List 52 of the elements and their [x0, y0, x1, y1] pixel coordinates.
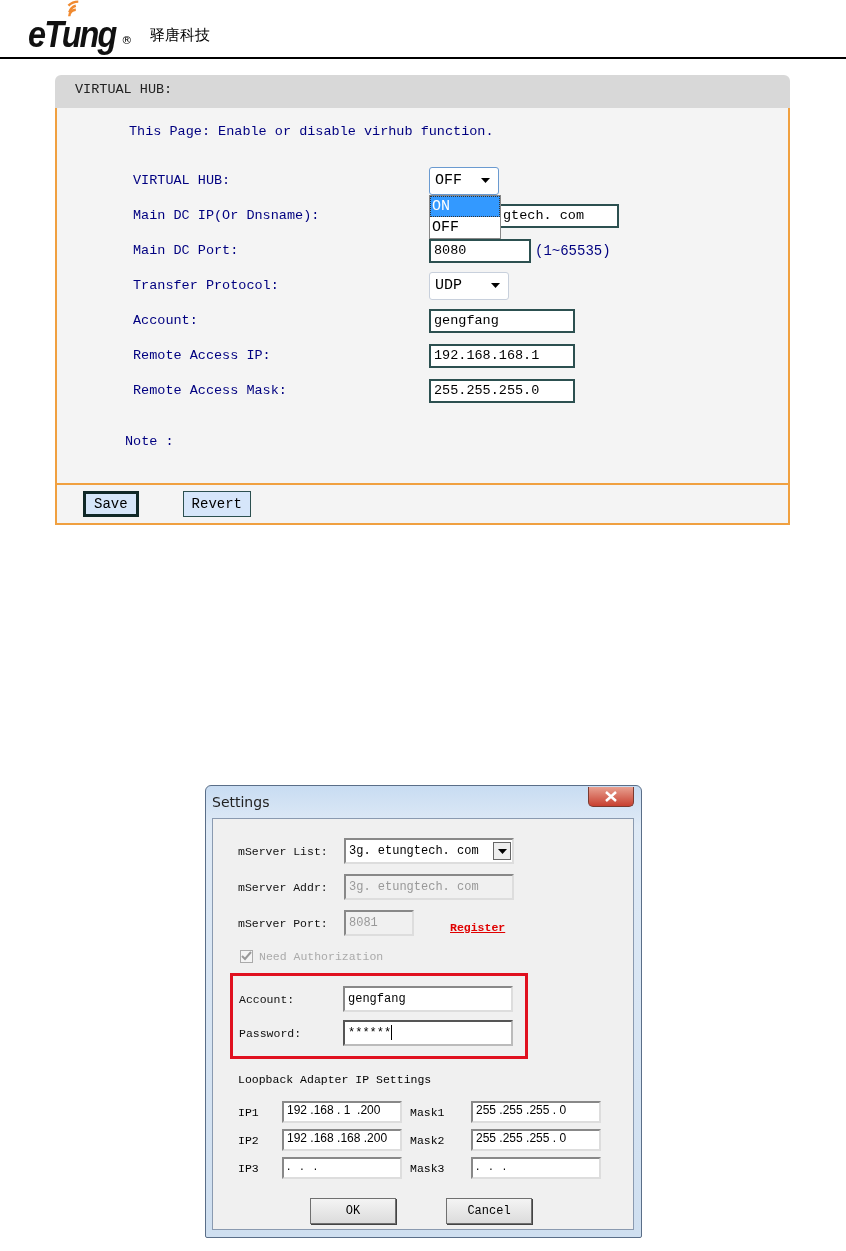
field-label: VIRTUAL HUB:	[133, 173, 232, 188]
field-label: Remote Access IP:	[133, 348, 272, 363]
field-label: mServer Addr:	[238, 880, 329, 894]
ip-field[interactable]: 255 .255 .255 . 0	[471, 1129, 601, 1151]
field-label: Main DC Port:	[133, 243, 240, 258]
close-button[interactable]	[588, 787, 634, 807]
input-field[interactable]: 255.255.255.0	[429, 378, 575, 403]
field-label: IP2	[238, 1133, 260, 1147]
ip-field[interactable]: . . .	[471, 1157, 601, 1179]
register-link[interactable]: Register	[450, 920, 506, 934]
dialog-button[interactable]: Cancel	[446, 1198, 532, 1224]
field-label: Transfer Protocol:	[133, 278, 280, 293]
caret-icon	[481, 178, 490, 183]
dialog-button[interactable]: OK	[310, 1198, 396, 1224]
field-label: Main DC IP(Or Dnsname):	[133, 208, 321, 223]
close-icon	[605, 791, 617, 802]
input-field[interactable]: ******	[343, 1020, 513, 1046]
action-button[interactable]: Revert	[182, 491, 252, 517]
caret-icon	[491, 283, 500, 288]
section-title: Loopback Adapter IP Settings	[238, 1073, 433, 1086]
field-label: Mask1	[410, 1105, 446, 1119]
company-name: 驿唐科技	[150, 26, 211, 45]
ip-field[interactable]: 255 .255 .255 . 0	[471, 1101, 601, 1123]
ip-field[interactable]: 192 .168 . 1 .200	[282, 1101, 402, 1123]
input-field[interactable]: 192.168.168.1	[429, 343, 575, 368]
dropdown[interactable]: 3g. etungtech. com	[344, 838, 514, 864]
intro-text: This Page: Enable or disable virhub function.	[129, 124, 495, 139]
checkbox-label: Need Authorization	[259, 949, 384, 963]
action-button[interactable]: Save	[83, 491, 139, 517]
field-label: IP3	[238, 1161, 260, 1175]
field-label: Password:	[239, 1026, 303, 1040]
caret-icon	[497, 848, 507, 854]
ip-field[interactable]: . . .	[282, 1157, 402, 1179]
field-label: Mask2	[410, 1133, 446, 1147]
field-label: mServer List:	[238, 844, 329, 858]
input-field[interactable]: gengfang	[343, 986, 513, 1012]
panel-title: VIRTUAL HUB:	[55, 75, 790, 108]
field-label: IP1	[238, 1105, 260, 1119]
field-label: Account:	[133, 313, 199, 328]
input-field[interactable]: gengfang	[429, 308, 575, 333]
note-label: Note :	[125, 434, 175, 449]
range-hint: (1~65535)	[535, 242, 611, 259]
input-field[interactable]: 8080	[429, 238, 531, 263]
field-label: mServer Port:	[238, 916, 329, 930]
field-label: Account:	[239, 992, 296, 1006]
registered-mark: ®	[121, 34, 133, 47]
dropdown[interactable]: UDP	[429, 271, 509, 300]
ip-field[interactable]: 192 .168 .168 .200	[282, 1129, 402, 1151]
dropdown[interactable]: OFF	[429, 166, 499, 195]
field-label: Remote Access Mask:	[133, 383, 288, 398]
window-title: Settings	[212, 794, 270, 810]
field-label: Mask3	[410, 1161, 446, 1175]
